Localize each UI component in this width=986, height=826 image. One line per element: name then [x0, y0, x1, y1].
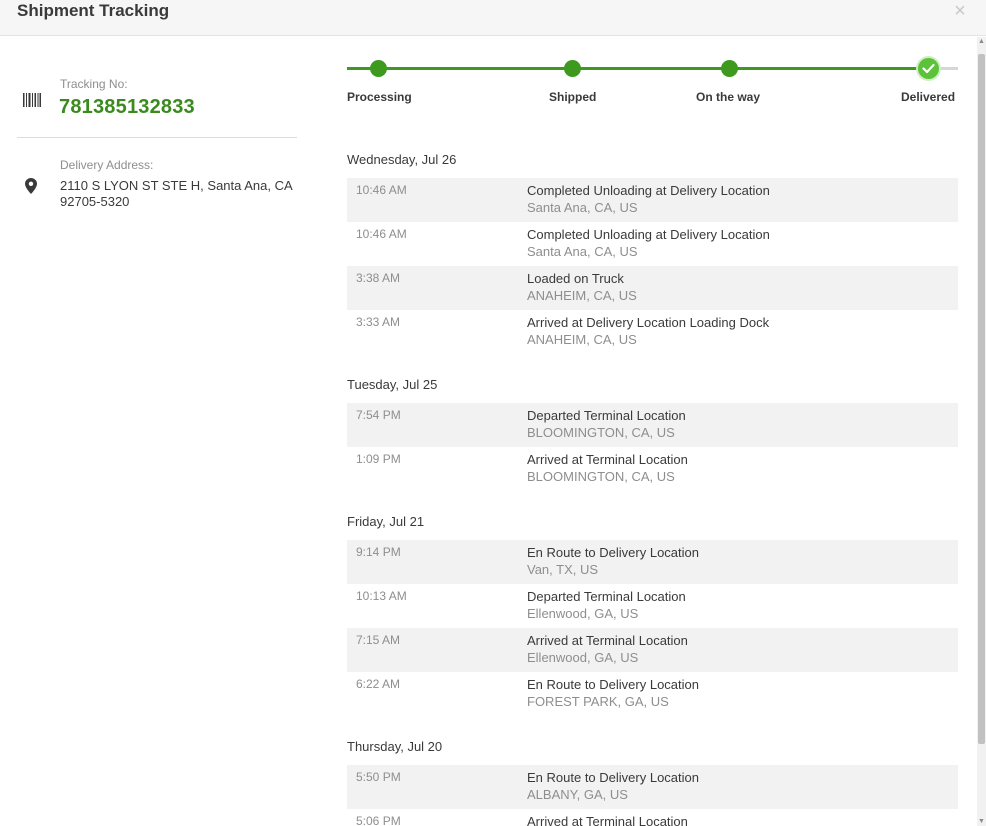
shipment-summary-panel: Tracking No: 781385132833 Delivery Addre…: [0, 37, 320, 826]
event-time: 3:33 AM: [356, 315, 401, 329]
event-description: Departed Terminal Location: [527, 589, 686, 604]
progress-step-processing-dot: [370, 60, 387, 77]
progress-step-shipped-dot: [564, 60, 581, 77]
delivery-address-label: Delivery Address:: [60, 158, 154, 172]
tracking-event-row: 3:33 AM Arrived at Delivery Location Load…: [347, 310, 958, 354]
tracking-events-list: Wednesday, Jul 26 10:46 AM Completed Unloa…: [347, 151, 958, 826]
progress-step-shipped-label: Shipped: [549, 90, 597, 104]
event-location: Ellenwood, GA, US: [527, 650, 639, 665]
day-heading: Wednesday, Jul 26: [347, 152, 457, 167]
progress-step-delivered-dot: [918, 58, 939, 79]
shipment-progress-bar: Processing Shipped On the way Delivered: [347, 37, 958, 117]
shipment-tracking-modal: Shipment Tracking × Tracking No: 7813851…: [0, 0, 986, 826]
map-pin-icon: [25, 178, 37, 194]
modal-header: Shipment Tracking ×: [0, 0, 986, 36]
event-location: BLOOMINGTON, CA, US: [527, 469, 675, 484]
event-location: Santa Ana, CA, US: [527, 244, 638, 259]
day-group: Thursday, Jul 20 5:50 PM En Route to Deliv…: [347, 738, 958, 826]
event-time: 7:54 PM: [356, 408, 401, 422]
tracking-event-row: 10:46 AM Completed Unloading at Delivery …: [347, 222, 958, 266]
event-location: FOREST PARK, GA, US: [527, 694, 669, 709]
checkmark-icon: [922, 63, 935, 74]
day-group: Wednesday, Jul 26 10:46 AM Completed Unloa…: [347, 151, 958, 376]
tracking-event-row: 1:09 PM Arrived at Terminal Location BLOOM…: [347, 447, 958, 491]
event-time: 1:09 PM: [356, 452, 401, 466]
progress-step-processing-label: Processing: [347, 90, 412, 104]
event-time: 5:06 PM: [356, 814, 401, 826]
tracking-event-row: 7:15 AM Arrived at Terminal Location Ellen…: [347, 628, 958, 672]
delivery-address-value: 2110 S LYON ST STE H, Santa Ana, CA 9270…: [60, 178, 292, 209]
vertical-scrollbar[interactable]: ▲ ▼: [977, 37, 986, 826]
event-description: En Route to Delivery Location: [527, 770, 699, 785]
event-time: 7:15 AM: [356, 633, 401, 647]
event-description: Completed Unloading at Delivery Location: [527, 183, 770, 198]
event-location: ALBANY, GA, US: [527, 787, 628, 802]
modal-title: Shipment Tracking: [17, 1, 170, 20]
scroll-down-arrow-icon[interactable]: ▼: [977, 817, 986, 826]
scroll-up-arrow-icon[interactable]: ▲: [977, 37, 986, 46]
event-description: Arrived at Terminal Location: [527, 633, 688, 648]
event-description: Departed Terminal Location: [527, 408, 686, 423]
day-heading: Friday, Jul 21: [347, 514, 425, 529]
day-spacer: [347, 716, 958, 738]
close-button[interactable]: ×: [952, 0, 968, 22]
event-description: Arrived at Terminal Location: [527, 452, 688, 467]
event-location: BLOOMINGTON, CA, US: [527, 425, 675, 440]
event-time: 5:50 PM: [356, 770, 401, 784]
event-description: Arrived at Delivery Location Loading Doc…: [527, 315, 770, 330]
event-location: Santa Ana, CA, US: [527, 200, 638, 215]
scrollbar-thumb[interactable]: [978, 54, 985, 744]
progress-line-complete: [347, 67, 929, 70]
day-heading: Tuesday, Jul 25: [347, 377, 438, 392]
tracking-number-label: Tracking No:: [60, 77, 128, 91]
tracking-event-row: 5:50 PM En Route to Delivery Location ALBA…: [347, 765, 958, 809]
event-location: ANAHEIM, CA, US: [527, 332, 637, 347]
event-time: 9:14 PM: [356, 545, 401, 559]
tracking-event-row: 7:54 PM Departed Terminal Location BLOOMIN…: [347, 403, 958, 447]
tracking-event-row: 10:13 AM Departed Terminal Location Ellenw…: [347, 584, 958, 628]
event-time: 3:38 AM: [356, 271, 401, 285]
event-location: Ellenwood, GA, US: [527, 606, 639, 621]
tracking-number-block: Tracking No: 781385132833: [17, 37, 297, 138]
tracking-event-row: 5:06 PM Arrived at Terminal Location: [347, 809, 958, 826]
event-time: 10:46 AM: [356, 183, 407, 197]
day-spacer: [347, 354, 958, 376]
event-description: En Route to Delivery Location: [527, 677, 699, 692]
event-time: 10:13 AM: [356, 589, 407, 603]
barcode-icon: [23, 93, 41, 107]
progress-step-on-the-way-label: On the way: [696, 90, 761, 104]
tracking-event-row: 9:14 PM En Route to Delivery Location Van,…: [347, 540, 958, 584]
close-icon: ×: [954, 0, 966, 22]
event-location: Van, TX, US: [527, 562, 599, 577]
progress-step-delivered-label: Delivered: [901, 90, 956, 104]
day-group: Friday, Jul 21 9:14 PM En Route to Deliver…: [347, 513, 958, 738]
tracking-number-value: 781385132833: [59, 96, 195, 118]
event-location: ANAHEIM, CA, US: [527, 288, 637, 303]
event-description: Arrived at Terminal Location: [527, 814, 688, 826]
tracking-event-row: 3:38 AM Loaded on Truck ANAHEIM, CA, US: [347, 266, 958, 310]
tracking-history-panel[interactable]: Processing Shipped On the way Delivered …: [347, 37, 958, 826]
tracking-event-row: 10:46 AM Completed Unloading at Delivery …: [347, 178, 958, 222]
event-description: Loaded on Truck: [527, 271, 624, 286]
event-description: En Route to Delivery Location: [527, 545, 699, 560]
tracking-event-row: 6:22 AM En Route to Delivery Location FORE…: [347, 672, 958, 716]
progress-step-on-the-way-dot: [721, 60, 738, 77]
event-time: 6:22 AM: [356, 677, 401, 691]
day-heading: Thursday, Jul 20: [347, 739, 443, 754]
event-description: Completed Unloading at Delivery Location: [527, 227, 770, 242]
day-group: Tuesday, Jul 25 7:54 PM Departed Terminal …: [347, 376, 958, 513]
event-time: 10:46 AM: [356, 227, 407, 241]
day-spacer: [347, 491, 958, 513]
